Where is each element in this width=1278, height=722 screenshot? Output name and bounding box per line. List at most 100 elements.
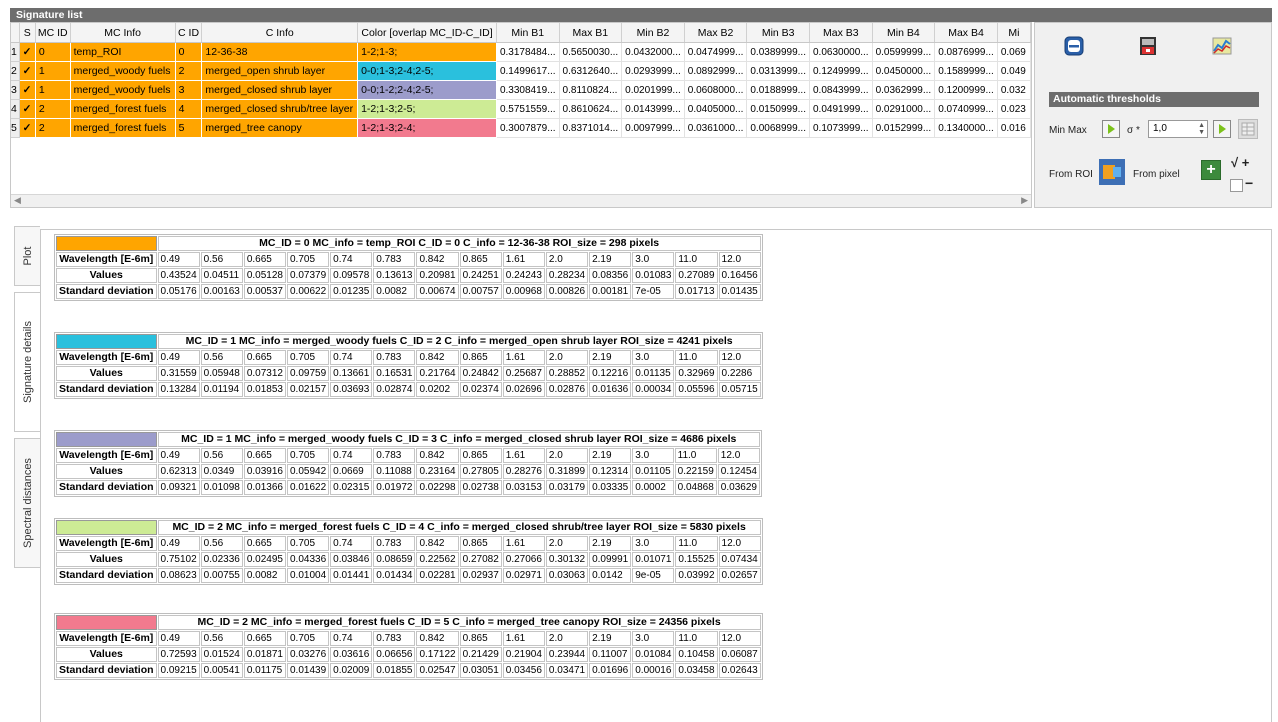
cell-band-value[interactable]: 0.6312640... [559, 61, 623, 81]
scroll-right-icon[interactable]: ▶ [1021, 195, 1028, 206]
cell-mc-info[interactable]: merged_woody fuels [70, 80, 176, 100]
cell-band-value[interactable]: 0.0201999... [621, 80, 685, 100]
cell-band-value[interactable]: 0.1589999... [934, 61, 998, 81]
cell-band-value[interactable]: 0.069 [997, 42, 1031, 62]
cell-mc-info[interactable]: merged_forest fuels [70, 99, 176, 119]
column-header[interactable]: C ID [175, 23, 203, 43]
sigma-spinbox[interactable]: 1,0 ▲ ▼ [1148, 120, 1208, 138]
column-header[interactable]: MC Info [70, 23, 176, 43]
row-checkbox[interactable]: ✓ [19, 80, 36, 100]
cell-band-value[interactable]: 0.0313999... [746, 61, 810, 81]
column-header[interactable]: S [19, 23, 36, 43]
cell-mc-id[interactable]: 2 [35, 99, 71, 119]
cell-band-value[interactable]: 0.3308419... [496, 80, 560, 100]
remove-signature-button[interactable] [1061, 33, 1087, 59]
cell-color[interactable]: 0-0;1-2;2-4;2-5; [357, 80, 497, 100]
cell-mc-id[interactable]: 2 [35, 118, 71, 138]
cell-band-value[interactable]: 0.5751559... [496, 99, 560, 119]
cell-band-value[interactable]: 0.0362999... [872, 80, 936, 100]
signature-list-table[interactable]: S MC ID MC Info C ID C Info Color [overlap MC… [10, 22, 1032, 208]
spin-arrows-icon[interactable]: ▲ ▼ [1198, 122, 1205, 136]
tab-spectral-distances[interactable]: Spectral distances [14, 438, 40, 568]
row-checkbox[interactable]: ✓ [19, 61, 36, 81]
cell-band-value[interactable]: 0.0150999... [746, 99, 810, 119]
cell-band-value[interactable]: 0.0630000... [809, 42, 873, 62]
cell-band-value[interactable]: 0.1499617... [496, 61, 560, 81]
cell-c-id[interactable]: 3 [175, 80, 203, 100]
cell-mc-info[interactable]: merged_woody fuels [70, 61, 176, 81]
cell-band-value[interactable]: 0.0432000... [621, 42, 685, 62]
add-from-pixel-button[interactable]: + [1201, 160, 1221, 180]
cell-band-value[interactable]: 0.023 [997, 99, 1031, 119]
cell-band-value[interactable]: 0.0450000... [872, 61, 936, 81]
cell-band-value[interactable]: 0.0892999... [684, 61, 748, 81]
signature-row[interactable]: 5 ✓ 2 merged_forest fuels 5 merged_tree canop… [11, 118, 1031, 138]
cell-c-info[interactable]: merged_open shrub layer [201, 61, 359, 81]
column-header[interactable]: MC ID [35, 23, 71, 43]
cell-band-value[interactable]: 0.049 [997, 61, 1031, 81]
cell-c-id[interactable]: 0 [175, 42, 203, 62]
cell-color[interactable]: 1-2;1-3; [357, 42, 497, 62]
column-header[interactable]: Max B2 [684, 23, 748, 43]
cell-band-value[interactable]: 0.8610624... [559, 99, 623, 119]
apply-sigma-button[interactable] [1213, 120, 1231, 138]
tab-signature-details[interactable]: Signature details [14, 292, 40, 432]
row-number[interactable]: 1 [11, 42, 20, 62]
column-header[interactable]: Min B2 [621, 23, 685, 43]
cell-band-value[interactable]: 0.0608000... [684, 80, 748, 100]
export-signature-button[interactable] [1135, 33, 1161, 59]
scroll-left-icon[interactable]: ◀ [14, 195, 21, 206]
cell-band-value[interactable]: 0.0599999... [872, 42, 936, 62]
cell-band-value[interactable]: 0.032 [997, 80, 1031, 100]
cell-band-value[interactable]: 0.3007879... [496, 118, 560, 138]
column-header[interactable]: Color [overlap MC_ID-C_ID] [357, 23, 497, 43]
cell-c-id[interactable]: 4 [175, 99, 203, 119]
column-header[interactable]: Max B4 [934, 23, 998, 43]
signature-row[interactable]: 1 ✓ 0 temp_ROI 0 12-36-38 1-2;1-3; 0.3178484...… [11, 42, 1031, 62]
cell-band-value[interactable]: 0.0188999... [746, 80, 810, 100]
cell-mc-id[interactable]: 1 [35, 61, 71, 81]
cell-c-id[interactable]: 5 [175, 118, 203, 138]
cell-band-value[interactable]: 0.0293999... [621, 61, 685, 81]
column-header[interactable]: Min B4 [872, 23, 936, 43]
cell-band-value[interactable]: 0.0097999... [621, 118, 685, 138]
cell-band-value[interactable]: 0.0389999... [746, 42, 810, 62]
disabled-table-button[interactable] [1238, 119, 1258, 139]
column-header[interactable]: Max B1 [559, 23, 623, 43]
cell-band-value[interactable]: 0.0361000... [684, 118, 748, 138]
cell-band-value[interactable]: 0.0474999... [684, 42, 748, 62]
cell-band-value[interactable]: 0.1249999... [809, 61, 873, 81]
row-number[interactable]: 2 [11, 61, 20, 81]
cell-band-value[interactable]: 0.0876999... [934, 42, 998, 62]
cell-mc-id[interactable]: 0 [35, 42, 71, 62]
row-number[interactable]: 5 [11, 118, 20, 138]
plot-signature-button[interactable] [1209, 33, 1235, 59]
column-header[interactable]: Mi [997, 23, 1031, 43]
cell-band-value[interactable]: 0.0740999... [934, 99, 998, 119]
cell-band-value[interactable]: 0.0291000... [872, 99, 936, 119]
cell-mc-info[interactable]: merged_forest fuels [70, 118, 176, 138]
cell-band-value[interactable]: 0.0152999... [872, 118, 936, 138]
row-checkbox[interactable]: ✓ [19, 118, 36, 138]
cell-band-value[interactable]: 0.0405000... [684, 99, 748, 119]
cell-band-value[interactable]: 0.8371014... [559, 118, 623, 138]
row-number[interactable]: 4 [11, 99, 20, 119]
row-checkbox[interactable]: ✓ [19, 42, 36, 62]
cell-band-value[interactable]: 0.1200999... [934, 80, 998, 100]
cell-c-info[interactable]: merged_closed shrub layer [201, 80, 359, 100]
column-header[interactable]: Min B3 [746, 23, 810, 43]
row-number[interactable]: 3 [11, 80, 20, 100]
cell-c-info[interactable]: 12-36-38 [201, 42, 359, 62]
tab-plot[interactable]: Plot [14, 226, 40, 286]
cell-band-value[interactable]: 0.0143999... [621, 99, 685, 119]
apply-min-max-button[interactable] [1102, 120, 1120, 138]
cell-color[interactable]: 0-0;1-3;2-4;2-5; [357, 61, 497, 81]
signature-row[interactable]: 2 ✓ 1 merged_woody fuels 2 merged_open shrub … [11, 61, 1031, 81]
cell-color[interactable]: 1-2;1-3;2-5; [357, 99, 497, 119]
cell-mc-id[interactable]: 1 [35, 80, 71, 100]
signature-row[interactable]: 3 ✓ 1 merged_woody fuels 3 merged_closed shru… [11, 80, 1031, 100]
column-header[interactable]: C Info [201, 23, 359, 43]
cell-color[interactable]: 1-2;1-3;2-4; [357, 118, 497, 138]
cell-band-value[interactable]: 0.3178484... [496, 42, 560, 62]
horizontal-scrollbar[interactable]: ◀ ▶ [11, 194, 1031, 207]
